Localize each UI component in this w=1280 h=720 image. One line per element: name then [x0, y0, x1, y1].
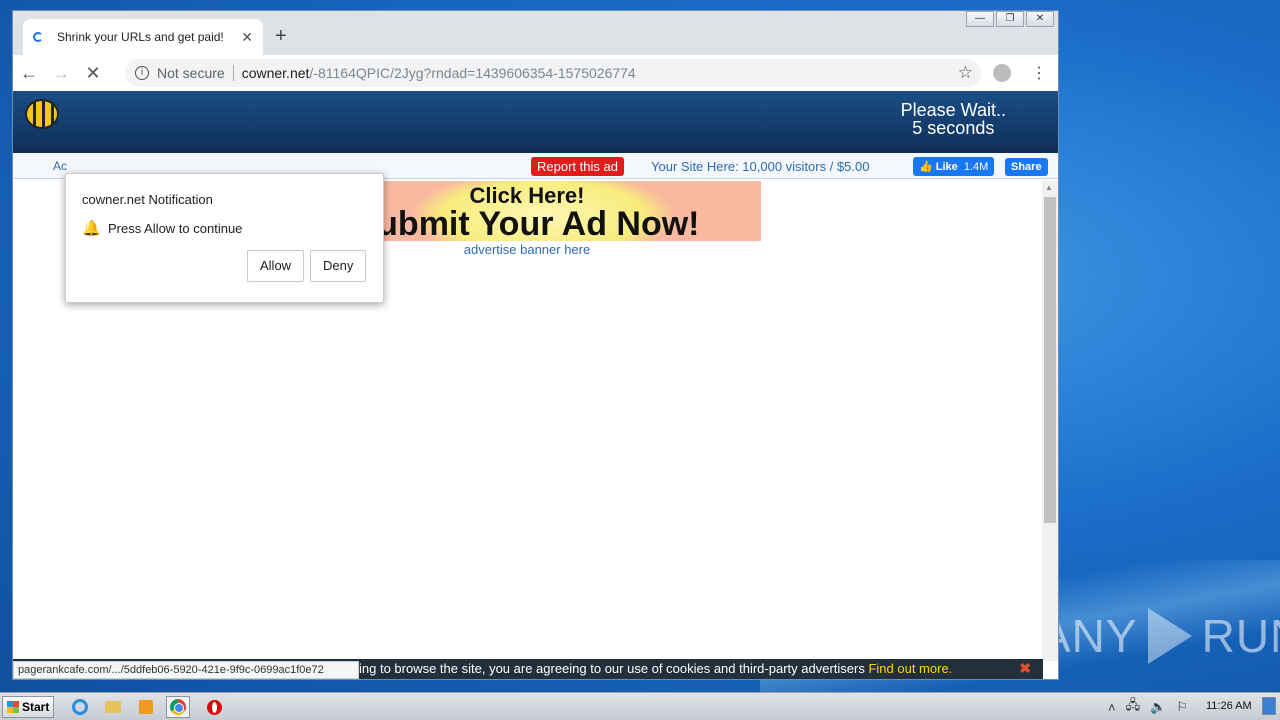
chrome-icon: [170, 699, 186, 715]
chrome-taskbar-icon[interactable]: [166, 696, 190, 718]
system-tray: ˄ 🖧 🔈 ⚐: [1108, 696, 1188, 718]
watermark-right: RUN: [1201, 610, 1280, 662]
opera-taskbar-icon[interactable]: [202, 696, 226, 718]
notification-title: cowner.net Notification: [82, 192, 213, 207]
deny-button[interactable]: Deny: [310, 250, 367, 282]
window-controls: — ❐ ✕: [966, 11, 1054, 27]
browser-menu-icon[interactable]: ⋮: [1031, 63, 1047, 83]
tab-close-icon[interactable]: ✕: [241, 29, 253, 46]
info-icon[interactable]: i: [135, 66, 149, 80]
status-bar-url: pagerankcafe.com/.../5ddfeb06-5920-421e-…: [13, 661, 359, 679]
stop-loading-button[interactable]: ✕: [77, 63, 109, 84]
wait-line-1: Please Wait..: [900, 100, 1006, 120]
browser-window: — ❐ ✕ Shrink your URLs and get paid! ✕ +…: [12, 10, 1059, 680]
tray-expand-icon[interactable]: ˄: [1108, 700, 1116, 715]
minimize-button[interactable]: —: [966, 11, 994, 27]
bell-icon: 🔔: [82, 220, 101, 237]
close-window-button[interactable]: ✕: [1026, 11, 1054, 27]
tab-title: Shrink your URLs and get paid!: [57, 30, 224, 44]
wait-message: Please Wait.. 5 seconds: [901, 101, 1006, 137]
volume-icon[interactable]: 🔈: [1150, 699, 1166, 715]
taskbar: Start ˄ 🖧 🔈 ⚐ 11:26 AM: [0, 692, 1280, 720]
cookie-close-icon[interactable]: ✖: [1019, 660, 1031, 677]
facebook-share-button[interactable]: Share: [1005, 158, 1048, 176]
url-host[interactable]: cowner.net: [242, 65, 310, 81]
maximize-button[interactable]: ❐: [996, 11, 1024, 27]
your-site-here-link[interactable]: Your Site Here: 10,000 visitors / $5.00: [651, 159, 869, 174]
media-player-taskbar-icon[interactable]: [134, 696, 158, 718]
browser-toolbar: ← → ✕ i Not secure cowner.net /-81164QPI…: [13, 55, 1058, 91]
internet-explorer-taskbar-icon[interactable]: [68, 696, 92, 718]
find-out-more-link[interactable]: Find out more.: [868, 661, 952, 676]
address-bar[interactable]: i Not secure cowner.net /-81164QPIC/2Jyg…: [125, 59, 981, 87]
cookie-message: ing to browse the site, you are agreeing…: [359, 661, 865, 676]
browser-tab[interactable]: Shrink your URLs and get paid! ✕: [23, 19, 263, 55]
show-desktop-button[interactable]: [1262, 697, 1276, 715]
action-center-flag-icon[interactable]: ⚐: [1176, 699, 1188, 715]
notification-permission-popup: cowner.net Notification 🔔 Press Allow to…: [65, 173, 384, 303]
facebook-like-button[interactable]: 👍 Like 1.4M: [913, 157, 995, 176]
start-label: Start: [22, 700, 50, 714]
media-player-icon: [139, 700, 153, 714]
folder-icon: [105, 701, 121, 713]
report-ad-button[interactable]: Report this ad: [531, 157, 624, 176]
bookmark-star-icon[interactable]: ☆: [958, 63, 973, 83]
allow-button[interactable]: Allow: [247, 250, 305, 282]
page-scrollbar[interactable]: ▲: [1042, 181, 1058, 661]
scrollbar-thumb[interactable]: [1044, 197, 1056, 523]
forward-button[interactable]: →: [45, 63, 77, 84]
network-icon[interactable]: 🖧: [1126, 696, 1141, 718]
fb-like-count: 1.4M: [963, 161, 989, 173]
thumbs-up-icon: 👍: [919, 161, 933, 173]
scroll-up-icon[interactable]: ▲: [1045, 183, 1053, 192]
cookie-text: ing to browse the site, you are agreeing…: [359, 661, 952, 676]
bee-logo[interactable]: [25, 99, 59, 129]
site-header: Please Wait.. 5 seconds: [13, 91, 1058, 153]
windows-logo-icon: [7, 701, 19, 713]
taskbar-clock[interactable]: 11:26 AM: [1206, 700, 1252, 712]
explorer-taskbar-icon[interactable]: [101, 696, 125, 718]
address-divider: [232, 65, 234, 81]
notification-message: Press Allow to continue: [108, 221, 243, 236]
play-icon: [1147, 608, 1192, 664]
wait-countdown: 5 seconds: [912, 118, 995, 138]
loading-spinner-icon: [33, 32, 43, 42]
security-label[interactable]: Not secure: [157, 65, 225, 81]
account-avatar[interactable]: [993, 64, 1011, 82]
anyrun-watermark: ANY RUN: [1040, 608, 1280, 664]
opera-icon: [206, 699, 222, 715]
fb-like-label: Like: [935, 161, 958, 173]
url-path[interactable]: /-81164QPIC/2Jyg?rndad=1439606354-157502…: [309, 65, 635, 81]
new-tab-button[interactable]: +: [275, 25, 287, 48]
nav-link-partial[interactable]: Ac: [53, 159, 67, 173]
back-button[interactable]: ←: [13, 63, 45, 84]
ie-icon: [72, 699, 88, 715]
page-content: Please Wait.. 5 seconds Ac Report this a…: [13, 91, 1058, 679]
start-button[interactable]: Start: [2, 696, 54, 718]
